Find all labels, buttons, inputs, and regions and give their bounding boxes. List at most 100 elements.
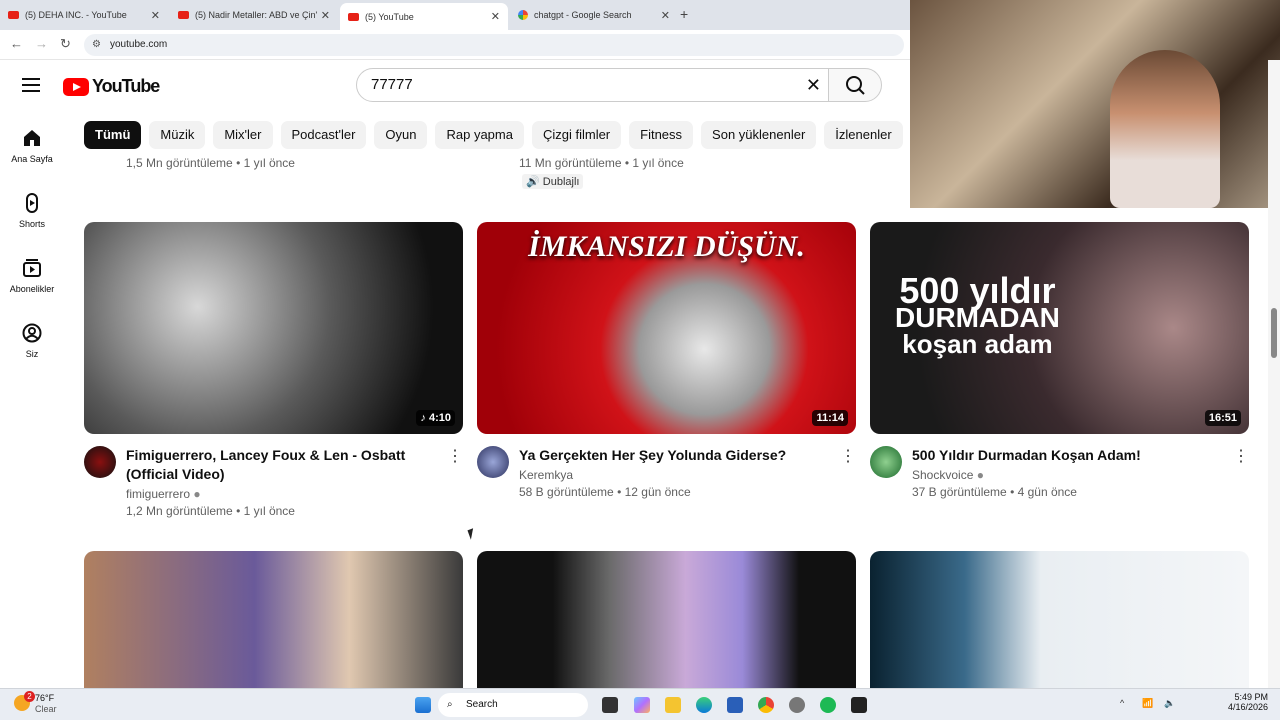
chip[interactable]: Rap yapma [435,121,524,149]
settings-icon[interactable] [789,697,805,713]
close-tab-icon[interactable]: ✕ [491,10,500,23]
video-thumbnail[interactable]: İMKANSIZI DÜŞÜN. 11:14 [477,222,856,434]
start-icon[interactable] [415,697,431,713]
more-options-icon[interactable]: ⋮ [840,446,856,466]
channel-name[interactable]: fimiguerrero [126,487,190,501]
home-icon [24,130,40,146]
video-stats: 58 B görüntüleme • 12 gün önce [519,485,691,499]
thumbnail-line: koşan adam [902,329,1053,359]
video-title[interactable]: Ya Gerçekten Her Şey Yolunda Giderse? [519,446,831,465]
chip[interactable]: Oyun [374,121,428,149]
chip[interactable]: Son yüklenenler [701,121,817,149]
browser-tab[interactable]: (5) Nadir Metaller: ABD ve Çin'in ✕ [170,4,338,26]
video-card[interactable]: İMKANSIZI DÜŞÜN. 11:14 Ya Gerçekten Her … [477,222,856,526]
chip-all[interactable]: Tümü [84,121,142,149]
search-button[interactable] [828,68,882,102]
close-tab-icon[interactable]: ✕ [661,9,670,22]
youtube-logo[interactable]: YouTube [63,76,160,97]
channel-name[interactable]: Keremkya [519,468,856,482]
video-card[interactable]: 500 yıldır DURMADAN koşan adam 16:51 500… [870,222,1249,526]
new-tab-button[interactable]: + [680,6,688,22]
mouse-cursor [467,528,477,540]
url-field[interactable]: ⚙ youtube.com [84,34,904,56]
browser-tab-active[interactable]: (5) YouTube ✕ [340,3,508,30]
file-explorer-icon[interactable] [665,697,681,713]
youtube-play-icon [63,77,89,96]
tab-title: (5) DEHA INC. - YouTube [25,10,127,20]
webcam-overlay [910,0,1280,208]
search-icon [846,76,865,95]
thumbnail-line: DURMADAN [895,302,1060,333]
volume-icon[interactable]: 🔈 [1164,698,1175,709]
channel-avatar[interactable] [84,446,116,478]
dubbed-badge: 🔊 Dublajlı [522,174,584,189]
scrollbar[interactable] [1268,60,1280,688]
sidebar-item-you[interactable]: Siz [0,323,64,359]
duration-badge: ♪ 4:10 [416,410,455,426]
store-icon[interactable] [727,697,743,713]
user-icon [22,323,42,343]
channel-name[interactable]: Shockvoice [912,468,973,482]
notification-badge: 2 [24,691,35,702]
network-icon[interactable]: 📶 [1142,698,1153,709]
google-favicon-icon [518,10,528,20]
filter-chips: Tümü Müzik Mix'ler Podcast'ler Oyun Rap yapma… [84,121,914,149]
clear-search-icon[interactable]: ✕ [806,69,821,101]
video-stats: 1,5 Mn görüntüleme • 1 yıl önce [126,156,295,170]
close-tab-icon[interactable]: ✕ [151,9,160,22]
chip[interactable]: Mix'ler [213,121,273,149]
youtube-favicon-icon [348,12,359,21]
search-input[interactable]: 77777 ✕ [356,68,836,102]
video-title[interactable]: Fimiguerrero, Lancey Foux & Len - Osbatt… [126,446,438,484]
duration-badge: 16:51 [1204,410,1241,426]
thumbnail-text: İMKANSIZI DÜŞÜN. [528,230,805,263]
copilot-icon[interactable] [634,697,650,713]
sidebar-item-home[interactable]: Ana Sayfa [0,128,64,164]
sidebar: Ana Sayfa Shorts Abonelikler Siz [0,60,64,688]
chip[interactable]: İzlenenler [824,121,903,149]
thumbnail-text: 500 yıldır DURMADAN koşan adam [895,270,1060,359]
browser-tab[interactable]: (5) DEHA INC. - YouTube ✕ [0,4,168,26]
more-options-icon[interactable]: ⋮ [1233,446,1249,466]
channel-avatar[interactable] [477,446,509,478]
spotify-icon[interactable] [820,697,836,713]
video-thumbnail[interactable] [84,551,463,688]
video-card[interactable]: ♪ 4:10 Fimiguerrero, Lancey Foux & Len -… [84,222,463,526]
clock-date: 4/16/2026 [1227,702,1268,712]
video-thumbnail[interactable] [870,551,1249,688]
forward-icon[interactable]: → [35,36,48,51]
reload-icon[interactable]: ↻ [60,36,71,52]
video-thumbnail[interactable]: 500 yıldır DURMADAN koşan adam 16:51 [870,222,1249,434]
thumbnail-line: 500 yıldır [899,270,1056,311]
close-tab-icon[interactable]: ✕ [321,9,330,22]
video-thumbnail[interactable] [477,551,856,688]
chip[interactable]: Podcast'ler [280,121,367,149]
app-icon[interactable] [851,697,867,713]
tray-chevron-icon[interactable]: ^ [1120,698,1124,708]
chrome-icon[interactable] [758,697,774,713]
chip[interactable]: Müzik [149,121,206,149]
video-stats: 11 Mn görüntüleme • 1 yıl önce [519,156,684,170]
edge-icon[interactable] [696,697,712,713]
logo-text: YouTube [92,76,160,96]
browser-tab[interactable]: chatgpt - Google Search ✕ [510,4,678,26]
more-options-icon[interactable]: ⋮ [447,446,463,466]
chip[interactable]: Fitness [629,121,694,149]
url-text: youtube.com [110,39,168,50]
taskbar: 2 76°F Clear ⌕ Search ^ 📶 🔈 5:49 PM 4/16… [0,688,1280,720]
back-icon[interactable]: ← [10,36,23,51]
sidebar-item-shorts[interactable]: Shorts [0,193,64,229]
task-view-icon[interactable] [602,697,618,713]
channel-avatar[interactable] [870,446,902,478]
clock[interactable]: 5:49 PM 4/16/2026 [1218,692,1268,712]
sidebar-item-label: Abonelikler [9,284,55,294]
taskbar-search[interactable]: ⌕ Search [438,693,588,717]
chip[interactable]: Çizgi filmler [531,121,622,149]
scrollbar-thumb[interactable] [1271,308,1277,358]
sidebar-item-subscriptions[interactable]: Abonelikler [0,258,64,294]
video-thumbnail[interactable]: ♪ 4:10 [84,222,463,434]
site-info-icon[interactable]: ⚙ [92,34,101,56]
tab-title: (5) Nadir Metaller: ABD ve Çin'in [195,10,317,20]
video-title[interactable]: 500 Yıldır Durmadan Koşan Adam! [912,446,1224,465]
subscriptions-icon [23,259,41,277]
